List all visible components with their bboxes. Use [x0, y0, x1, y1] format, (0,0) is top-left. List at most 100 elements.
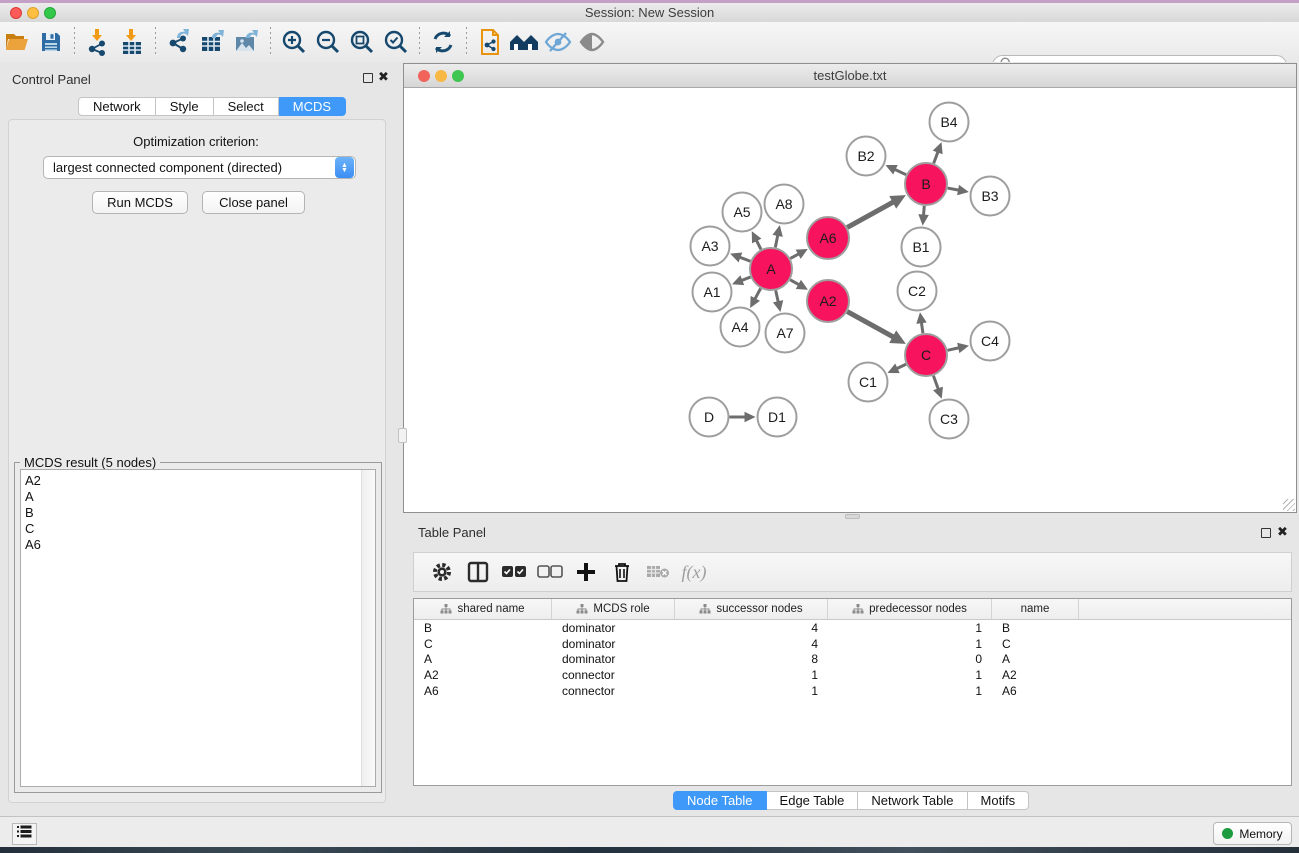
table-row[interactable]: Adominator80A	[414, 651, 1291, 667]
table-header-row: shared name MCDS role successor nodes pr…	[414, 599, 1291, 620]
export-network-icon[interactable]	[162, 26, 196, 58]
tab-motifs[interactable]: Motifs	[968, 791, 1030, 810]
memory-button[interactable]: Memory	[1213, 822, 1292, 845]
table-panel-title: Table Panel	[418, 525, 486, 540]
select-all-icon[interactable]	[496, 556, 532, 588]
zoom-fit-icon[interactable]	[345, 26, 379, 58]
import-table-icon[interactable]	[115, 26, 149, 58]
main-toolbar	[0, 22, 1299, 63]
graph-node-label: C	[921, 347, 931, 363]
list-item[interactable]: A2	[25, 473, 375, 489]
column-header-empty	[1079, 599, 1291, 619]
network-canvas[interactable]: B4B2BB3A5A8A6A3B1AA1A2C2A4A7CC4C1C3DD1	[404, 88, 1296, 512]
toolbar-separator	[155, 27, 156, 57]
tab-network-table[interactable]: Network Table	[858, 791, 967, 810]
graph-edge[interactable]	[894, 169, 906, 175]
hide-selected-icon[interactable]	[541, 26, 575, 58]
tab-mcds[interactable]: MCDS	[279, 97, 346, 116]
column-header-mcds-role[interactable]: MCDS role	[552, 599, 675, 619]
status-bar	[0, 816, 1299, 847]
tab-node-table[interactable]: Node Table	[673, 791, 767, 810]
memory-label: Memory	[1239, 827, 1282, 841]
first-neighbors-icon[interactable]	[473, 26, 507, 58]
graph-node-label: C1	[859, 374, 877, 390]
maximize-window-icon[interactable]	[44, 7, 56, 19]
panel-splitter-handle[interactable]	[398, 428, 407, 443]
network-minimize-icon[interactable]	[435, 70, 447, 82]
export-table-icon[interactable]	[196, 26, 230, 58]
table-row[interactable]: Bdominator41B	[414, 620, 1291, 636]
graph-edge[interactable]	[934, 151, 939, 164]
graph-edge-arrowhead	[772, 225, 782, 237]
zoom-selected-icon[interactable]	[379, 26, 413, 58]
apply-layout-icon[interactable]	[426, 26, 460, 58]
tab-network[interactable]: Network	[78, 97, 156, 116]
column-header-successor-nodes[interactable]: successor nodes	[675, 599, 828, 619]
zoom-in-icon[interactable]	[277, 26, 311, 58]
run-mcds-button[interactable]: Run MCDS	[92, 191, 188, 214]
graph-node-label: C2	[908, 283, 926, 299]
graph-node-label: A5	[733, 204, 750, 220]
tab-edge-table[interactable]: Edge Table	[767, 791, 859, 810]
delete-column-icon[interactable]	[604, 556, 640, 588]
list-item[interactable]: C	[25, 521, 375, 537]
deselect-all-icon[interactable]	[532, 556, 568, 588]
control-panel-float-icon[interactable]	[363, 73, 373, 83]
network-overview-icon[interactable]	[507, 26, 541, 58]
graph-node-label: A7	[776, 325, 793, 341]
delete-table-icon[interactable]	[640, 556, 676, 588]
close-window-icon[interactable]	[10, 7, 22, 19]
table-panel-float-icon[interactable]	[1261, 528, 1271, 538]
network-maximize-icon[interactable]	[452, 70, 464, 82]
graph-node-label: B4	[940, 114, 957, 130]
graph-edge[interactable]	[847, 312, 894, 338]
create-column-icon[interactable]	[568, 556, 604, 588]
network-window-title: testGlobe.txt	[404, 64, 1296, 87]
export-image-icon[interactable]	[230, 26, 264, 58]
network-close-icon[interactable]	[418, 70, 430, 82]
table-row[interactable]: A2connector11A2	[414, 667, 1291, 683]
show-columns-icon[interactable]	[460, 556, 496, 588]
open-file-icon[interactable]	[0, 26, 34, 58]
graph-edge[interactable]	[933, 376, 938, 391]
network-graph: B4B2BB3A5A8A6A3B1AA1A2C2A4A7CC4C1C3DD1	[404, 88, 1296, 512]
table-row[interactable]: A6connector11A6	[414, 683, 1291, 699]
list-item[interactable]: A6	[25, 537, 375, 553]
control-panel-close-icon[interactable]: ✖	[378, 72, 389, 82]
node-table[interactable]: shared name MCDS role successor nodes pr…	[413, 598, 1292, 786]
graph-node-label: C3	[940, 411, 958, 427]
table-panel-close-icon[interactable]: ✖	[1277, 527, 1288, 537]
table-options-icon[interactable]	[424, 556, 460, 588]
function-builder-icon[interactable]: f(x)	[676, 556, 712, 588]
column-header-shared-name[interactable]: shared name	[414, 599, 552, 619]
save-session-icon[interactable]	[34, 26, 68, 58]
mcds-result-list[interactable]: A2 A B C A6	[20, 469, 376, 787]
toolbar-separator	[466, 27, 467, 57]
show-all-icon[interactable]	[575, 26, 609, 58]
import-network-icon[interactable]	[81, 26, 115, 58]
graph-node-label: D1	[768, 409, 786, 425]
table-splitter-handle[interactable]	[845, 514, 860, 519]
window-resize-grip[interactable]	[1283, 499, 1295, 511]
tab-select[interactable]: Select	[214, 97, 279, 116]
criterion-dropdown[interactable]: largest connected component (directed) ▲…	[43, 156, 356, 179]
graph-edge[interactable]	[775, 234, 778, 248]
list-scrollbar[interactable]	[361, 470, 375, 786]
app-titlebar: Session: New Session	[0, 3, 1299, 23]
graph-node-label: A3	[701, 238, 718, 254]
table-panel-tabs: Node Table Edge Table Network Table Moti…	[673, 791, 1029, 810]
list-item[interactable]: B	[25, 505, 375, 521]
tab-style[interactable]: Style	[156, 97, 214, 116]
column-header-predecessor-nodes[interactable]: predecessor nodes	[828, 599, 992, 619]
graph-edge[interactable]	[847, 201, 894, 227]
zoom-out-icon[interactable]	[311, 26, 345, 58]
minimize-window-icon[interactable]	[27, 7, 39, 19]
column-header-name[interactable]: name	[992, 599, 1079, 619]
table-row[interactable]: Cdominator41C	[414, 636, 1291, 652]
graph-node-label: D	[704, 409, 714, 425]
app-title: Session: New Session	[0, 3, 1299, 22]
mcds-result-title: MCDS result (5 nodes)	[20, 455, 160, 470]
task-history-button[interactable]	[12, 823, 37, 845]
close-panel-button[interactable]: Close panel	[202, 191, 305, 214]
list-item[interactable]: A	[25, 489, 375, 505]
